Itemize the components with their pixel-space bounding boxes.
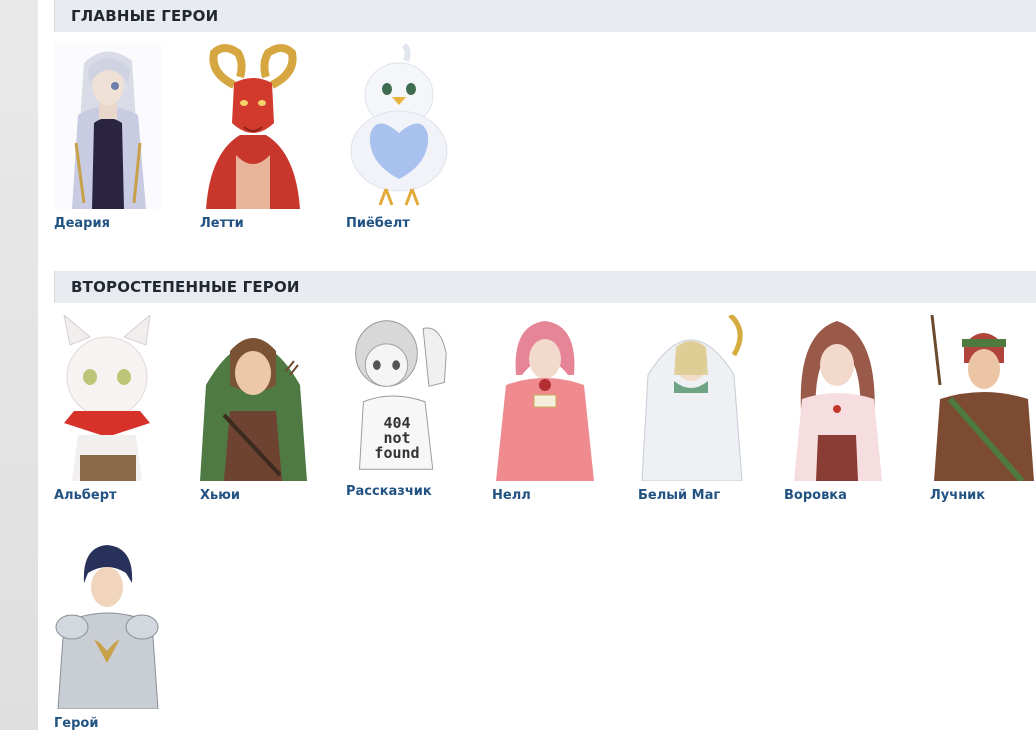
section-header-secondary: ВТОРОСТЕПЕННЫЕ ГЕРОИ xyxy=(54,271,1036,303)
character-card: Деария xyxy=(54,43,161,231)
character-link-rasskazchik[interactable]: Рассказчик xyxy=(346,484,453,499)
character-card: Альберт xyxy=(54,315,161,503)
character-card: Летти xyxy=(200,43,307,231)
character-card: Нелл xyxy=(492,315,599,503)
armored-hero-portrait[interactable] xyxy=(54,543,161,709)
character-link-belyj-mag[interactable]: Белый Маг xyxy=(638,488,745,503)
character-card: Воровка xyxy=(784,315,891,503)
content-area: ГЛАВНЫЕ ГЕРОИ Деария Летти Пиёбелт ВТОРО… xyxy=(38,0,1036,731)
brown-haired-thief-portrait[interactable] xyxy=(784,315,891,481)
character-link-geroj[interactable]: Герой xyxy=(54,716,161,731)
section-header-main: ГЛАВНЫЕ ГЕРОИ xyxy=(54,0,1036,32)
character-card: Лучник xyxy=(930,315,1036,503)
green-hooded-archer-portrait[interactable] xyxy=(200,315,307,481)
character-link-vorovka[interactable]: Воровка xyxy=(784,488,891,503)
character-card: Герой xyxy=(54,543,161,731)
character-card: Хьюи xyxy=(200,315,307,503)
character-link-nell[interactable]: Нелл xyxy=(492,488,599,503)
pink-dress-girl-portrait[interactable] xyxy=(492,315,599,481)
character-link-albert[interactable]: Альберт xyxy=(54,488,161,503)
character-link-luchnik[interactable]: Лучник xyxy=(930,488,1036,503)
white-haired-mage-portrait[interactable] xyxy=(54,43,161,209)
section-title: ВТОРОСТЕПЕННЫЕ ГЕРОИ xyxy=(71,278,300,296)
white-hooded-mage-portrait[interactable] xyxy=(638,315,745,481)
shirt-caption: 404 not found xyxy=(374,414,420,462)
character-link-letti[interactable]: Летти xyxy=(200,216,307,231)
red-dragon-portrait[interactable] xyxy=(200,43,307,209)
section-title: ГЛАВНЫЕ ГЕРОИ xyxy=(71,7,219,25)
character-link-piyobelt[interactable]: Пиёбелт xyxy=(346,216,453,231)
character-card: Белый Маг xyxy=(638,315,745,503)
character-card: Пиёбелт xyxy=(346,43,453,231)
character-link-hyui[interactable]: Хьюи xyxy=(200,488,307,503)
page-left-rail xyxy=(0,0,38,730)
white-bird-portrait[interactable] xyxy=(346,43,453,209)
white-cat-portrait[interactable] xyxy=(54,315,161,481)
character-card: Рассказчик xyxy=(346,315,453,499)
character-link-dearia[interactable]: Деария xyxy=(54,216,161,231)
red-haired-archer-portrait[interactable] xyxy=(930,315,1036,481)
